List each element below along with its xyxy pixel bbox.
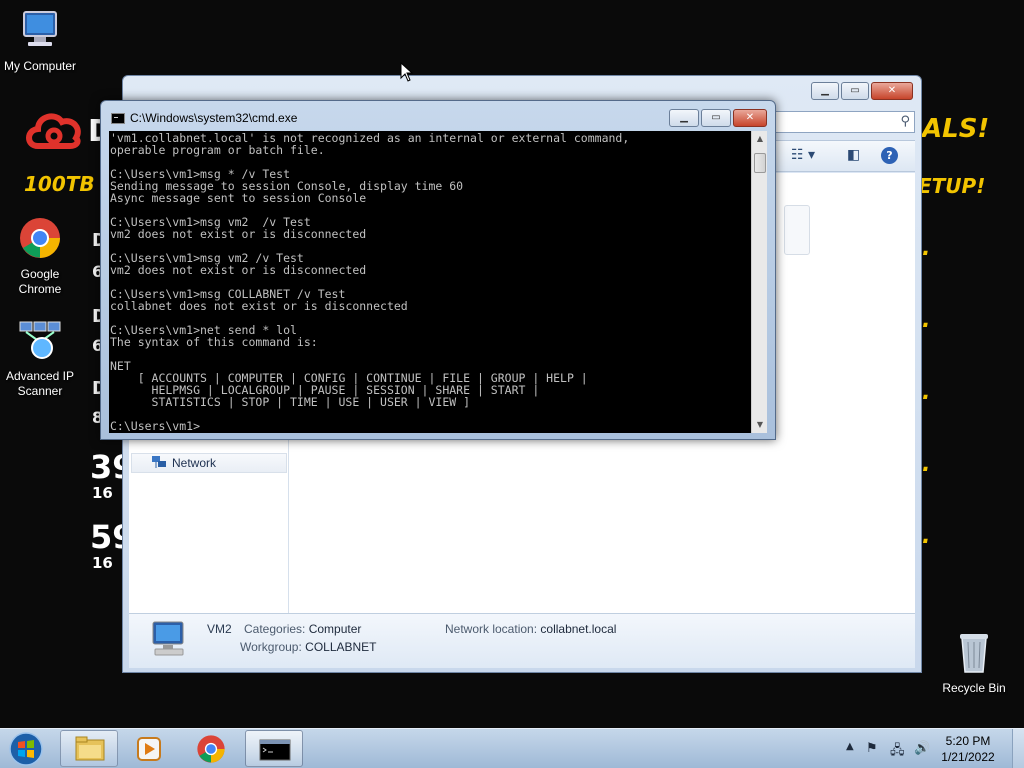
taskbar-cmd-button[interactable] bbox=[245, 730, 303, 767]
taskbar-explorer-button[interactable] bbox=[60, 730, 118, 767]
desktop-icon-my-computer[interactable]: My Computer bbox=[0, 8, 80, 74]
network-scanner-icon bbox=[19, 321, 61, 359]
desktop-icon-label: Recycle Bin bbox=[942, 681, 1006, 695]
cmd-icon bbox=[259, 739, 291, 761]
console-text: 'vm1.collabnet.local' is not recognized … bbox=[110, 131, 630, 433]
wallpaper-mark-text: . bbox=[922, 308, 931, 333]
details-categories-value: Computer bbox=[308, 622, 362, 636]
action-center-flag-icon[interactable]: ⚑ bbox=[866, 741, 878, 756]
network-status-icon[interactable]: 🖧 bbox=[890, 741, 905, 763]
cmd-caption-buttons: ▁ ▭ ✕ bbox=[669, 109, 767, 127]
nav-item-network[interactable]: Network bbox=[131, 453, 287, 473]
console-scrollbar[interactable]: ▲ ▼ bbox=[751, 131, 767, 433]
details-network-location: Network location: collabnet.local bbox=[445, 622, 616, 636]
explorer-search-input[interactable]: ⚲ bbox=[773, 111, 915, 133]
taskbar-media-player-button[interactable] bbox=[120, 730, 178, 767]
chrome-icon bbox=[20, 218, 60, 258]
cmd-titlebar[interactable]: C:\Windows\system32\cmd.exe bbox=[111, 111, 297, 125]
details-location-value: collabnet.local bbox=[540, 622, 617, 636]
explorer-caption-buttons: ▁ ▭ ✕ bbox=[811, 82, 913, 100]
details-workgroup-value: COLLABNET bbox=[305, 640, 377, 654]
clock-time: 5:20 PM bbox=[945, 734, 991, 748]
folder-icon bbox=[75, 736, 105, 761]
desktop-icon-label: Advanced IP Scanner bbox=[5, 369, 75, 398]
chrome-icon bbox=[197, 735, 225, 763]
preview-pane-icon[interactable]: ◧ bbox=[847, 147, 860, 163]
desktop-icon-recycle-bin[interactable]: Recycle Bin bbox=[934, 630, 1014, 696]
cmd-window[interactable]: C:\Windows\system32\cmd.exe ▁ ▭ ✕ 'vm1.c… bbox=[100, 100, 776, 440]
details-pane: VM2 Categories: Computer Workgroup: COLL… bbox=[129, 613, 915, 668]
details-location-label: Network location: bbox=[445, 622, 538, 636]
recycle-bin-icon bbox=[960, 634, 988, 673]
wallpaper-mark-text: . bbox=[922, 380, 931, 405]
explorer-minimize-button[interactable]: ▁ bbox=[811, 82, 839, 100]
wallpaper-row-text: 16 bbox=[92, 554, 113, 572]
cmd-icon bbox=[111, 112, 125, 124]
details-workgroup-label: Workgroup: bbox=[240, 640, 302, 654]
cmd-close-button[interactable]: ✕ bbox=[733, 109, 767, 127]
wallpaper-setup-text: ETUP! bbox=[918, 174, 986, 198]
computer-icon bbox=[23, 11, 57, 46]
taskbar-chrome-button[interactable] bbox=[182, 730, 240, 767]
scroll-up-arrow-icon[interactable]: ▲ bbox=[752, 131, 768, 147]
cmd-maximize-button[interactable]: ▭ bbox=[701, 109, 731, 127]
media-player-icon bbox=[137, 737, 161, 761]
content-item-placeholder bbox=[784, 205, 810, 255]
cloud-logo-icon bbox=[26, 113, 81, 149]
desktop-icon-label: Google Chrome bbox=[18, 267, 62, 296]
search-icon: ⚲ bbox=[900, 114, 910, 129]
start-button-windows-icon[interactable] bbox=[4, 731, 48, 767]
computer-icon bbox=[152, 621, 184, 656]
wallpaper-mark-text: . bbox=[922, 452, 931, 477]
scrollbar-thumb[interactable] bbox=[754, 153, 766, 173]
show-hidden-icons-icon[interactable]: ▲ bbox=[846, 741, 854, 752]
system-clock[interactable]: 5:20 PM 1/21/2022 bbox=[930, 733, 1006, 765]
desktop-icon-advanced-ip-scanner[interactable]: Advanced IP Scanner bbox=[0, 318, 80, 399]
cmd-minimize-button[interactable]: ▁ bbox=[669, 109, 699, 127]
nav-item-label: Network bbox=[172, 456, 217, 470]
explorer-maximize-button[interactable]: ▭ bbox=[841, 82, 869, 100]
network-icon bbox=[152, 456, 166, 468]
details-categories-label: Categories: bbox=[244, 622, 306, 636]
explorer-close-button[interactable]: ✕ bbox=[871, 82, 913, 100]
cmd-title-text: C:\Windows\system32\cmd.exe bbox=[130, 111, 298, 125]
details-categories: Categories: Computer bbox=[244, 622, 361, 636]
wallpaper-storage-text: 100TB bbox=[24, 172, 95, 196]
help-icon[interactable]: ? bbox=[881, 147, 898, 164]
wallpaper-mark-text: . bbox=[922, 524, 931, 549]
wallpaper-row-text: 16 bbox=[92, 484, 113, 502]
clock-date: 1/21/2022 bbox=[941, 750, 995, 764]
desktop-icon-google-chrome[interactable]: Google Chrome bbox=[0, 216, 80, 297]
wallpaper-deals-text: ALS! bbox=[922, 114, 990, 144]
show-desktop-button[interactable] bbox=[1012, 729, 1024, 768]
wallpaper-mark-text: . bbox=[922, 236, 931, 261]
view-options-icon[interactable]: ☷ ▾ bbox=[791, 147, 815, 163]
scroll-down-arrow-icon[interactable]: ▼ bbox=[752, 417, 768, 433]
details-workgroup: Workgroup: COLLABNET bbox=[240, 640, 377, 654]
desktop-icon-label: My Computer bbox=[3, 59, 77, 73]
mouse-cursor-icon bbox=[400, 62, 414, 82]
details-computer-name: VM2 bbox=[207, 622, 232, 636]
console-output[interactable]: 'vm1.collabnet.local' is not recognized … bbox=[109, 131, 751, 433]
taskbar: ▲ ⚑ 🖧 🔊 5:20 PM 1/21/2022 bbox=[0, 728, 1024, 768]
volume-icon[interactable]: 🔊 bbox=[914, 741, 930, 756]
